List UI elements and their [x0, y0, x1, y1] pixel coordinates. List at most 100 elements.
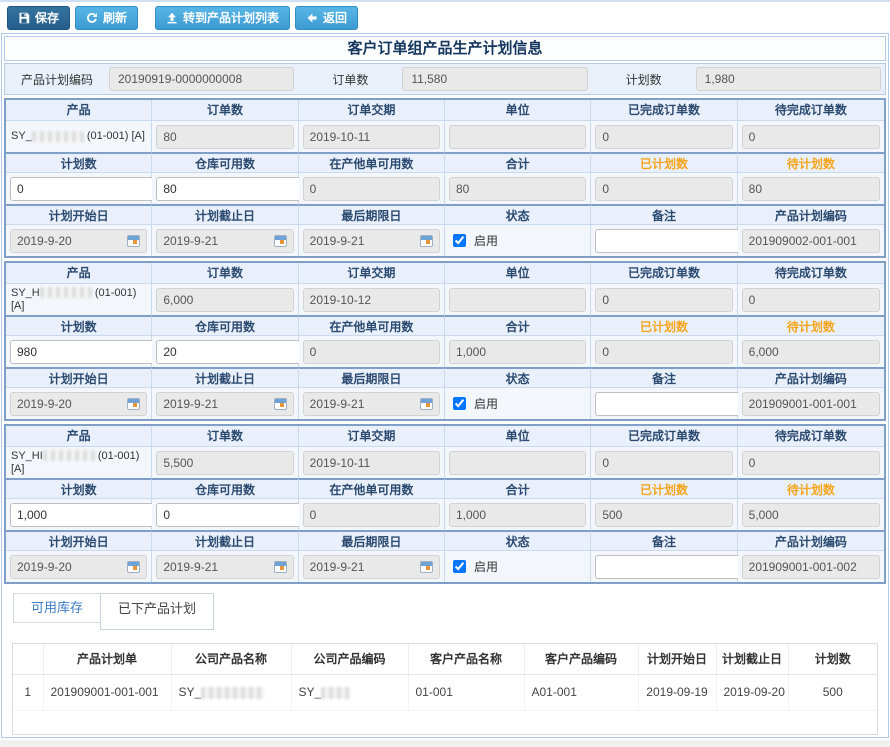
pending-orders-field: 0: [742, 451, 880, 475]
deadline-date-picker[interactable]: 2019-9-21: [303, 392, 440, 416]
product-plan-code-field: 201909001-001-002: [742, 555, 880, 579]
product-cell: SY_HI (01-001) [A]: [6, 448, 151, 478]
delivery-date-header: 订单交期: [299, 263, 445, 284]
unit-header: 单位: [445, 426, 591, 447]
order-qty-header: 订单数: [152, 426, 298, 447]
refresh-icon: [86, 12, 98, 24]
tab-placed-product-plans[interactable]: 已下产品计划: [100, 593, 214, 630]
product-plan-code-field: 201909001-001-001: [742, 392, 880, 416]
total-header: 合计: [445, 152, 591, 173]
pending-orders-field: 0: [742, 288, 880, 312]
deadline-header: 最后期限日: [299, 367, 445, 388]
to-plan-qty-header: 待计划数: [738, 478, 884, 499]
delivery-date-header: 订单交期: [299, 426, 445, 447]
plan-start-date-picker[interactable]: 2019-9-20: [10, 392, 147, 416]
delivery-date-field: 2019-10-11: [303, 125, 440, 149]
redacted-text: [201, 687, 265, 699]
order-qty-header: 订单数: [152, 100, 298, 121]
unit-field: [449, 288, 586, 312]
deadline-date-picker[interactable]: 2019-9-21: [303, 229, 440, 253]
other-order-available-header: 在产他单可用数: [299, 315, 445, 336]
main-panel: 客户订单组产品生产计划信息 产品计划编码 20190919-0000000008…: [1, 33, 889, 738]
calendar-icon[interactable]: [127, 561, 140, 573]
calendar-icon[interactable]: [420, 235, 433, 247]
other-order-available-header: 在产他单可用数: [299, 478, 445, 499]
plan-start-date-picker[interactable]: 2019-9-20: [10, 229, 147, 253]
company-product-code-cell: SY_: [291, 674, 408, 710]
enabled-label: 启用: [474, 232, 498, 249]
product-header: 产品: [6, 263, 152, 284]
status-header: 状态: [445, 204, 591, 225]
order-qty-field: 6,000: [156, 288, 293, 312]
calendar-icon[interactable]: [127, 235, 140, 247]
footer-strip: [0, 740, 890, 747]
unit-field: [449, 125, 586, 149]
calendar-icon[interactable]: [274, 561, 287, 573]
plan-end-date-picker[interactable]: 2019-9-21: [156, 229, 293, 253]
back-label: 返回: [323, 9, 347, 26]
to-plan-qty-field: 6,000: [742, 340, 880, 364]
unit-header: 单位: [445, 263, 591, 284]
customer-product-code-header: 客户产品编码: [524, 644, 638, 674]
status-header: 状态: [445, 530, 591, 551]
plan-start-header: 计划开始日: [6, 367, 152, 388]
other-order-available-header: 在产他单可用数: [299, 152, 445, 173]
row-number-cell: 1: [13, 674, 43, 710]
toolbar: 保存 刷新 转到产品计划列表 返回: [0, 2, 890, 33]
enabled-checkbox[interactable]: [453, 397, 466, 410]
plan-end-header: 计划截止日: [152, 204, 298, 225]
plan-block-1: 产品 订单数 订单交期 单位 已完成订单数 待完成订单数 SY_ (01-001…: [4, 98, 886, 258]
customer-product-name-cell: 01-001: [408, 674, 524, 710]
enabled-label: 启用: [474, 558, 498, 575]
remark-header: 备注: [591, 367, 737, 388]
other-order-available-field: 0: [303, 340, 440, 364]
calendar-icon[interactable]: [127, 398, 140, 410]
order-qty-total-label: 订单数: [298, 71, 402, 88]
company-product-name-cell: SY_: [171, 674, 291, 710]
save-label: 保存: [35, 9, 59, 26]
completed-orders-header: 已完成订单数: [591, 263, 737, 284]
back-button[interactable]: 返回: [295, 6, 358, 30]
upload-icon: [166, 12, 178, 24]
total-header: 合计: [445, 315, 591, 336]
tab-available-inventory[interactable]: 可用库存: [13, 593, 101, 623]
planned-qty-field: 0: [595, 177, 732, 201]
enabled-checkbox[interactable]: [453, 234, 466, 247]
total-field: 80: [449, 177, 586, 201]
plan-start-header: 计划开始日: [6, 204, 152, 225]
other-order-available-field: 0: [303, 503, 440, 527]
plan-end-date-picker[interactable]: 2019-9-21: [156, 392, 293, 416]
plan-start-header: 计划开始日: [6, 530, 152, 551]
product-cell: SY_ (01-001) [A]: [6, 128, 150, 145]
plan-qty-header: 计划数: [6, 315, 152, 336]
table-row[interactable]: 1 201909001-001-001 SY_ SY_ 01-001 A01-0…: [13, 674, 877, 710]
plan-end-date-picker[interactable]: 2019-9-21: [156, 555, 293, 579]
calendar-icon[interactable]: [274, 235, 287, 247]
plan-group-code-label: 产品计划编码: [5, 71, 109, 88]
plan-qty-total-label: 计划数: [592, 71, 696, 88]
enabled-checkbox[interactable]: [453, 560, 466, 573]
completed-orders-field: 0: [595, 451, 732, 475]
warehouse-available-header: 仓库可用数: [152, 315, 298, 336]
planned-qty-field: 500: [595, 503, 732, 527]
calendar-icon[interactable]: [274, 398, 287, 410]
calendar-icon[interactable]: [420, 561, 433, 573]
redacted-text: [32, 131, 84, 142]
completed-orders-field: 0: [595, 125, 732, 149]
bottom-tabs: 可用库存 已下产品计划: [13, 593, 886, 631]
product-cell: SY_H (01-001) [A]: [6, 285, 151, 315]
product-header: 产品: [6, 426, 152, 447]
summary-row: 产品计划编码 20190919-0000000008 订单数 11,580 计划…: [4, 63, 886, 95]
goto-plan-list-button[interactable]: 转到产品计划列表: [155, 6, 290, 30]
refresh-button[interactable]: 刷新: [75, 6, 138, 30]
plan-block-2: 产品 订单数 订单交期 单位 已完成订单数 待完成订单数 SY_H (01-00…: [4, 261, 886, 421]
total-field: 1,000: [449, 340, 586, 364]
plan-code-header: 产品计划编码: [738, 204, 884, 225]
warehouse-available-header: 仓库可用数: [152, 152, 298, 173]
plan-start-date-picker[interactable]: 2019-9-20: [10, 555, 147, 579]
save-button[interactable]: 保存: [7, 6, 70, 30]
calendar-icon[interactable]: [420, 398, 433, 410]
company-product-name-header: 公司产品名称: [171, 644, 291, 674]
deadline-date-picker[interactable]: 2019-9-21: [303, 555, 440, 579]
planned-qty-field: 0: [595, 340, 732, 364]
